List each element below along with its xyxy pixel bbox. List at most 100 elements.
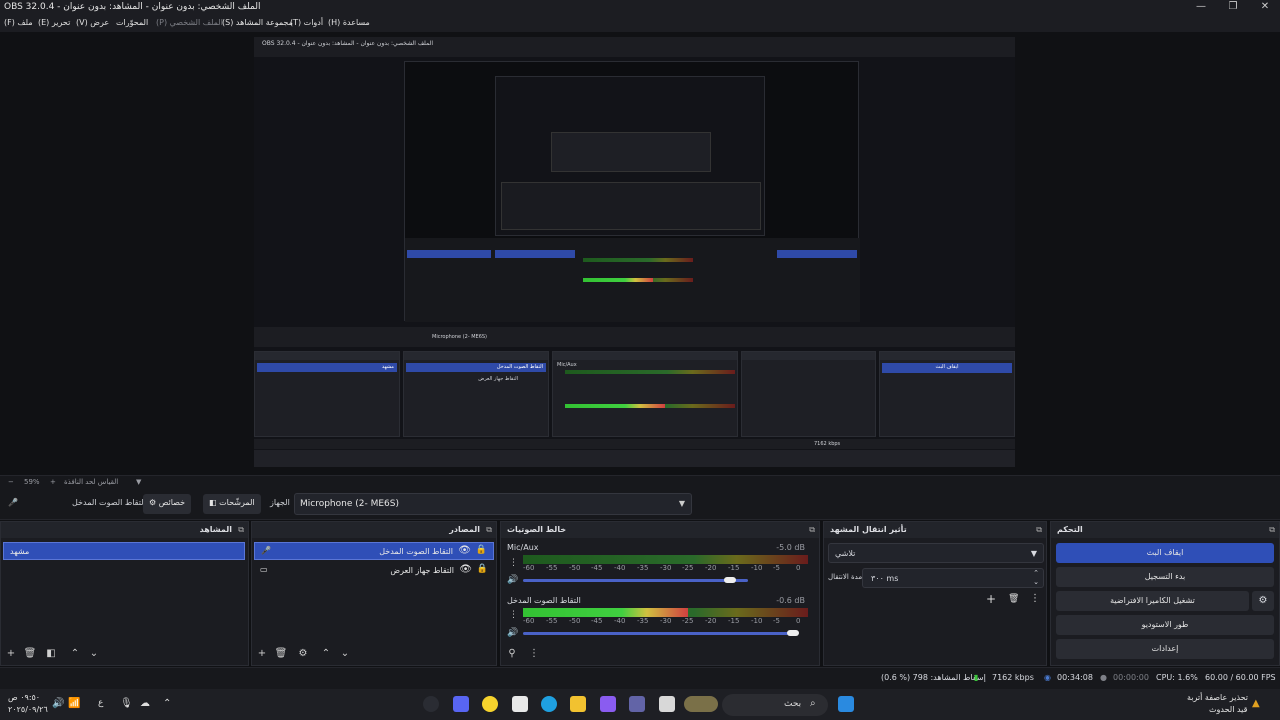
dock-float-icon[interactable]: ⧉ (809, 525, 815, 535)
widgets-icon[interactable] (684, 696, 718, 712)
menu-scene-collection[interactable]: (S) مجموعة المشاهد (222, 18, 293, 27)
scale-tick-label: -10 (751, 564, 763, 572)
volume-icon[interactable]: 🔊 (52, 698, 64, 709)
move-up-icon[interactable]: ⌃ (67, 647, 83, 661)
source-item-display[interactable]: ▭ التقاط جهاز العرض 👁 🔒 (254, 562, 494, 580)
snapchat-taskbar-icon[interactable] (482, 696, 498, 712)
zoom-dropdown-icon[interactable]: ▼ (136, 478, 141, 486)
move-down-icon[interactable]: ⌄ (337, 647, 353, 661)
close-button[interactable]: ✕ (1250, 1, 1280, 15)
gear-icon[interactable]: ⚙ (295, 647, 311, 661)
spin-down-icon[interactable]: ⌄ (1033, 578, 1039, 586)
virtual-camera-button[interactable]: تشغيل الكاميرا الافتراضية (1056, 591, 1249, 611)
mixer-channel-name: التقاط الصوت المدخل (507, 596, 581, 605)
store-taskbar-icon[interactable] (512, 696, 528, 712)
spin-up-icon[interactable]: ⌃ (1033, 569, 1039, 577)
nested-device: Microphone (2- ME6S) (432, 334, 487, 340)
scene-filter-icon[interactable]: ◧ (43, 647, 59, 661)
dock-float-icon[interactable]: ⧉ (238, 525, 244, 535)
filters-button[interactable]: ◧ المرشّحات (203, 494, 261, 514)
zoom-fit-button[interactable]: القياس لحد النافذة (64, 478, 118, 486)
scale-tick-label: 0 (796, 617, 801, 625)
discord-taskbar-icon[interactable] (453, 696, 469, 712)
edge-taskbar-icon[interactable] (541, 696, 557, 712)
taskbar: ٠٩:٥٠ ص ٢٠٢٥/٠٩/٢٦ 🔊 📶 ع 🎙 ☁ ⌃ بحث ⌕ تحذ… (0, 689, 1280, 720)
folder-taskbar-icon[interactable] (570, 696, 586, 712)
kebab-menu-icon[interactable]: ⋮ (1030, 593, 1040, 604)
menu-docks[interactable]: المحوّرات (116, 18, 148, 27)
lock-icon[interactable]: 🔒 (476, 545, 487, 555)
task-view-icon[interactable] (659, 696, 675, 712)
nested-deep-dock (501, 182, 761, 230)
volume-slider-2[interactable] (523, 630, 799, 636)
nested-source-bar: Microphone (2- ME6S) (254, 327, 1015, 347)
cpu-usage: CPU: 1.6% (1156, 673, 1198, 682)
trash-icon[interactable]: 🗑 (1008, 594, 1019, 604)
kebab-menu-icon[interactable]: ⋮ (526, 647, 542, 661)
wifi-icon[interactable]: 📶 (68, 698, 80, 709)
settings-button[interactable]: إعدادات (1056, 639, 1274, 659)
move-down-icon[interactable]: ⌄ (86, 647, 102, 661)
link-icon[interactable]: ⚲ (504, 647, 520, 661)
start-icon[interactable] (838, 696, 854, 712)
volume-slider-1[interactable] (523, 577, 748, 583)
eye-icon[interactable]: 👁 (458, 545, 471, 556)
nested-preview-deep (495, 76, 765, 236)
menu-help[interactable]: (H) مساعدة (328, 18, 370, 27)
restore-button[interactable]: ❐ (1218, 1, 1248, 15)
duration-input[interactable]: ٣٠٠ ms ⌃ ⌄ (862, 568, 1044, 588)
record-time: 00:00:00 (1113, 673, 1149, 682)
onedrive-icon[interactable]: ☁ (140, 698, 150, 709)
add-scene-button[interactable]: + (3, 647, 19, 661)
zoom-in-button[interactable]: + (50, 478, 56, 486)
chevron-up-icon[interactable]: ⌃ (163, 698, 171, 709)
scale-tick-label: -55 (546, 564, 558, 572)
source-item-audio-input[interactable]: 🎤 التقاط الصوت المدخل 👁 🔒 (254, 542, 494, 560)
weather-title[interactable]: تحذير عاصفة أتربة (1187, 693, 1248, 702)
dock-float-icon[interactable]: ⧉ (1269, 525, 1275, 535)
minimize-button[interactable]: — (1186, 1, 1216, 15)
lock-icon[interactable]: 🔒 (477, 564, 488, 574)
virtual-camera-settings-icon[interactable]: ⚙ (1252, 591, 1274, 611)
stop-stream-button[interactable]: ايقاف البث (1056, 543, 1274, 563)
speaker-icon[interactable]: 🔊 (507, 575, 518, 585)
start-recording-button[interactable]: بدء التسجيل (1056, 567, 1274, 587)
teams-taskbar-icon[interactable] (629, 696, 645, 712)
taskbar-search[interactable]: بحث ⌕ (722, 694, 828, 716)
add-source-button[interactable]: + (254, 647, 270, 661)
device-select[interactable]: Microphone (2- ME6S) ▼ (294, 493, 692, 515)
language-indicator[interactable]: ع (98, 698, 103, 708)
menu-edit[interactable]: (E) تحرير (38, 18, 70, 27)
studio-mode-button[interactable]: طور الاستوديو (1056, 615, 1274, 635)
eye-icon[interactable]: 👁 (459, 564, 472, 575)
copilot-taskbar-icon[interactable] (600, 696, 616, 712)
trash-icon[interactable]: 🗑 (22, 647, 38, 661)
properties-button[interactable]: ⚙ خصائص (143, 494, 192, 514)
add-transition-button[interactable]: + (986, 592, 996, 606)
obs-taskbar-icon[interactable] (423, 696, 439, 712)
zoom-out-button[interactable]: − (8, 478, 14, 486)
preview-canvas[interactable]: OBS 32.0.4 - الملف الشخصي: بدون عنوان - … (254, 37, 1015, 467)
microphone-tray-icon[interactable]: 🎙 (120, 698, 133, 709)
kebab-menu-icon[interactable]: ⋮ (509, 610, 518, 620)
duration-value: ٣٠٠ ms (871, 574, 899, 583)
volume-slider-knob[interactable] (724, 577, 736, 583)
scale-tick-label: -15 (728, 617, 740, 625)
menu-view[interactable]: (V) عرض (76, 18, 109, 27)
scene-item-label: مشهد (10, 547, 30, 556)
kebab-menu-icon[interactable]: ⋮ (509, 558, 518, 568)
menu-tools[interactable]: (T) أدوات (290, 18, 323, 27)
menu-file[interactable]: (F) ملف (4, 18, 33, 27)
trash-icon[interactable]: 🗑 (273, 647, 289, 661)
speaker-icon[interactable]: 🔊 (507, 628, 518, 638)
menu-profile[interactable]: (P) الملف الشخصي (156, 18, 223, 27)
transition-select[interactable]: تلاشي ▼ (828, 543, 1044, 563)
dock-float-icon[interactable]: ⧉ (486, 525, 492, 535)
volume-slider-knob[interactable] (787, 630, 799, 636)
move-up-icon[interactable]: ⌃ (318, 647, 334, 661)
dock-float-icon[interactable]: ⧉ (1036, 525, 1042, 535)
warning-icon[interactable]: ▲ (1252, 698, 1260, 709)
scene-item[interactable]: مشهد (3, 542, 245, 560)
weather-subtitle: قيد الحدوث (1209, 705, 1248, 714)
nested-stop-sel (777, 250, 857, 258)
